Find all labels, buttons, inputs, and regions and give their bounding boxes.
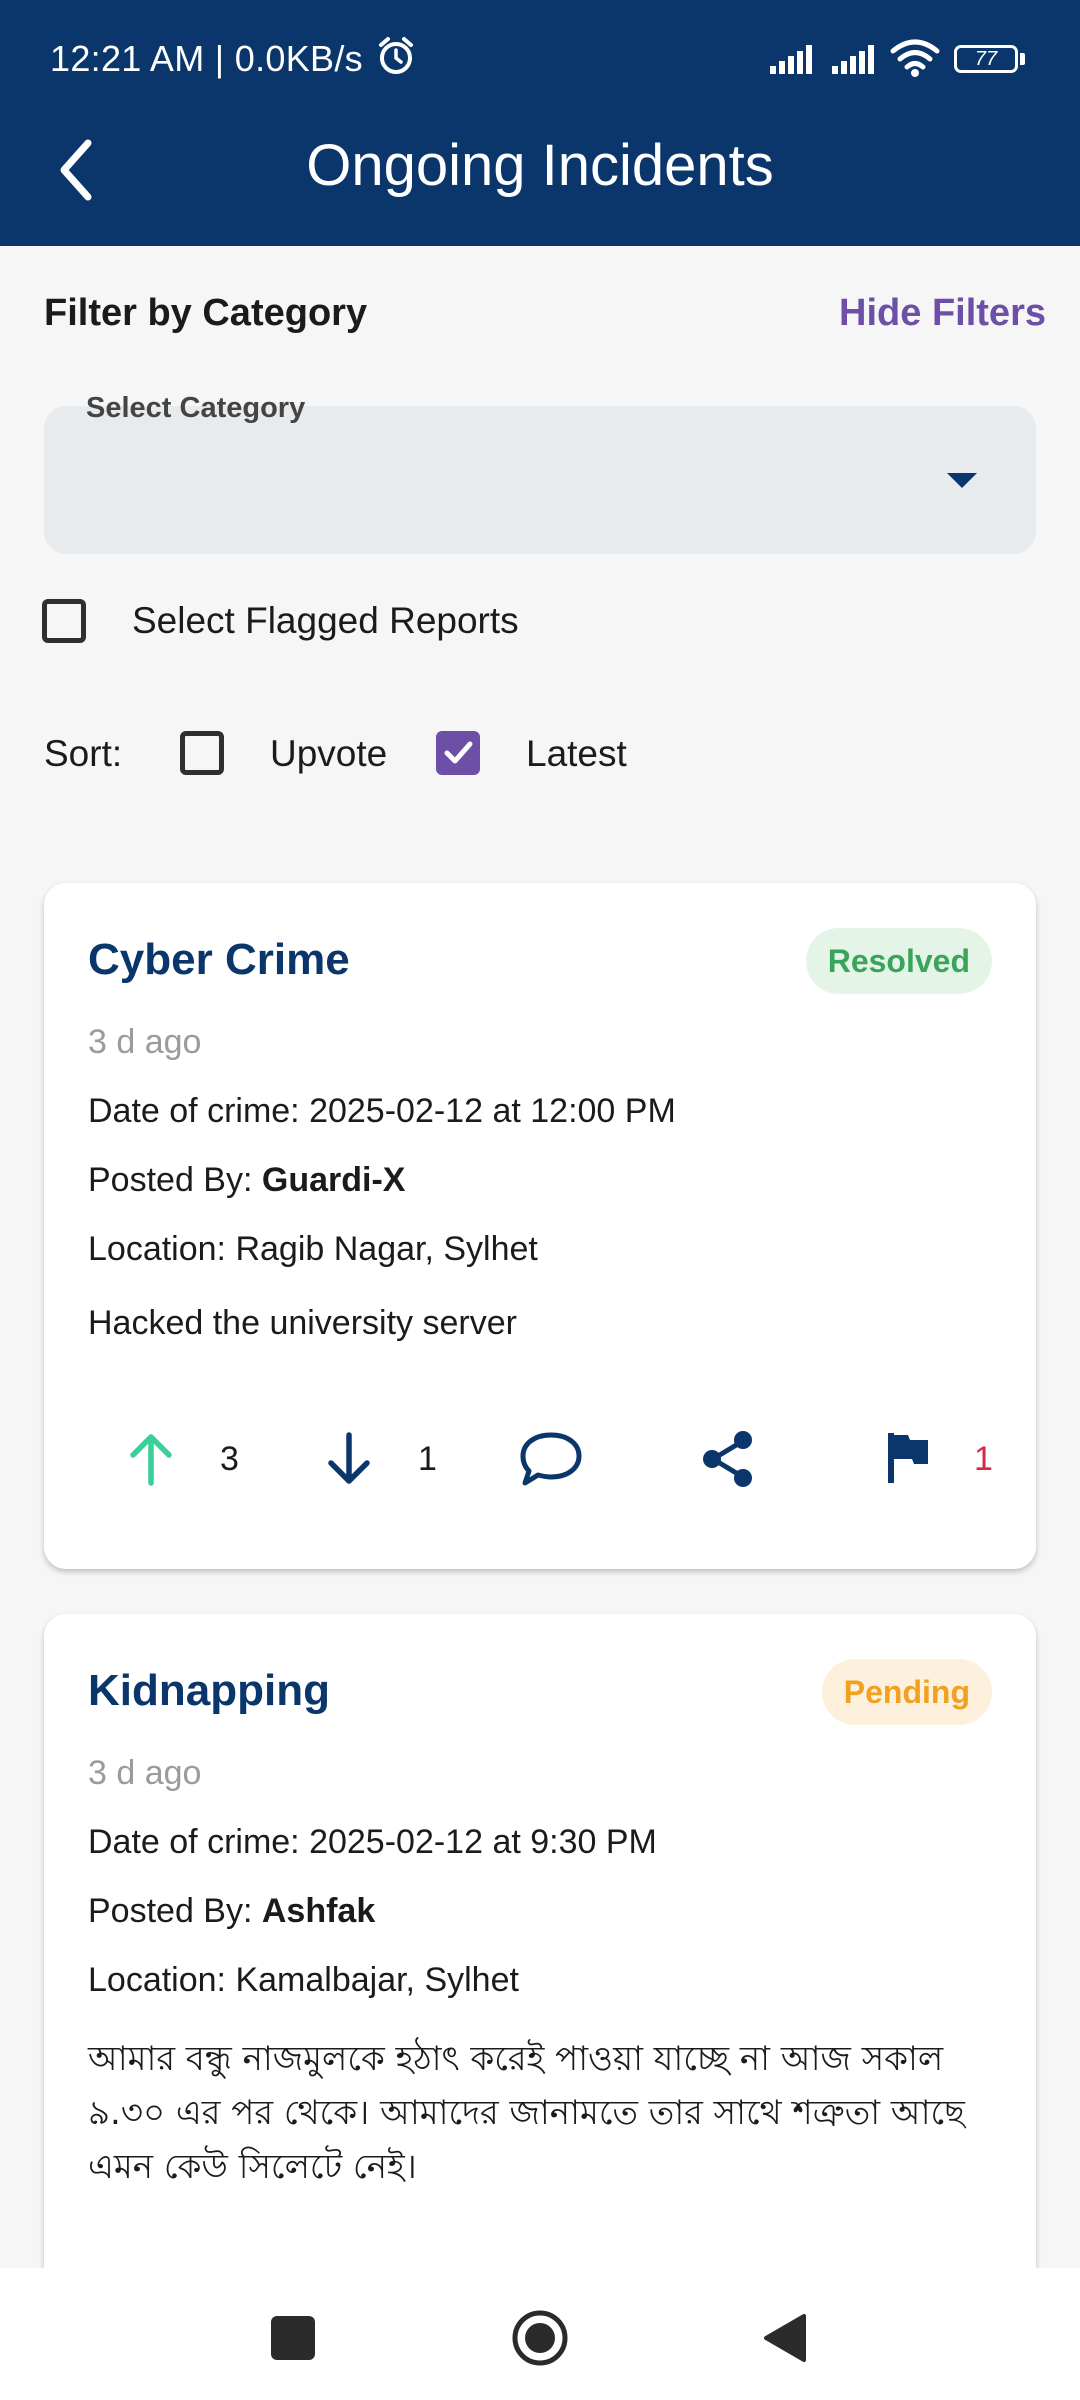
sort-latest-checkbox[interactable]: [436, 731, 480, 775]
description: Hacked the university server: [88, 1304, 517, 1342]
downvote-count: 1: [418, 1440, 437, 1478]
status-badge: Pending: [821, 1659, 992, 1725]
incident-card[interactable]: Kidnapping Pending 3 d ago Date of crime…: [44, 1614, 1036, 2334]
time-ago: 3 d ago: [88, 1023, 202, 1061]
flagged-reports-checkbox[interactable]: [42, 599, 86, 643]
status-time: 12:21 AM | 0.0KB/s: [50, 38, 363, 79]
crime-date: Date of crime: 2025-02-12 at 9:30 PM: [88, 1823, 657, 1861]
posted-by: Posted By: Ashfak: [88, 1892, 376, 1930]
upvote-count: 3: [220, 1440, 239, 1478]
location: Location: Kamalbajar, Sylhet: [88, 1961, 519, 1999]
app-bar: 12:21 AM | 0.0KB/s 77 Ongoing Incidents: [0, 0, 1080, 246]
page-title: Ongoing Incidents: [306, 133, 774, 198]
signal-icon-2: [832, 45, 874, 74]
description: আমার বন্ধু নাজমুলকে হঠাৎ করেই পাওয়া যাচ…: [88, 2039, 965, 2187]
battery-level: 77: [974, 48, 998, 70]
flag-count: 1: [974, 1440, 993, 1478]
status-badge: Resolved: [805, 928, 992, 994]
back-nav-button[interactable]: [760, 2310, 810, 2366]
wifi-icon: [890, 39, 940, 77]
incident-category: Cyber Crime: [88, 935, 350, 984]
sort-label: Sort:: [44, 733, 123, 774]
time-ago: 3 d ago: [88, 1754, 202, 1792]
flagged-reports-label: Select Flagged Reports: [132, 600, 519, 641]
location: Location: Ragib Nagar, Sylhet: [88, 1230, 538, 1268]
posted-by: Posted By: Guardi-X: [88, 1161, 406, 1199]
author-name: Guardi-X: [261, 1161, 406, 1199]
category-select-label: Select Category: [86, 392, 306, 424]
share-icon[interactable]: [699, 1429, 757, 1489]
upvote-icon[interactable]: [126, 1431, 176, 1487]
incident-category: Kidnapping: [88, 1666, 330, 1715]
sort-latest-label: Latest: [526, 733, 627, 774]
filter-title: Filter by Category: [44, 292, 368, 334]
recents-button[interactable]: [271, 2316, 315, 2360]
incident-card[interactable]: Cyber Crime Resolved 3 d ago Date of cri…: [44, 883, 1036, 1569]
check-icon: [444, 741, 473, 764]
comment-icon[interactable]: [518, 1430, 584, 1488]
hide-filters-button[interactable]: Hide Filters: [839, 292, 1046, 335]
battery-tip: [1020, 53, 1025, 65]
crime-date: Date of crime: 2025-02-12 at 12:00 PM: [88, 1092, 676, 1130]
flag-icon[interactable]: [884, 1431, 934, 1485]
sort-upvote-checkbox[interactable]: [180, 731, 224, 775]
caret-down-icon[interactable]: [947, 473, 977, 488]
signal-icon: [770, 45, 812, 74]
sort-upvote-label: Upvote: [270, 733, 388, 774]
alarm-icon: [379, 37, 413, 74]
category-select[interactable]: [44, 406, 1036, 554]
downvote-icon[interactable]: [324, 1431, 374, 1487]
home-button[interactable]: [510, 2308, 570, 2368]
author-name: Ashfak: [261, 1892, 376, 1930]
system-nav-bar: [0, 2268, 1080, 2400]
